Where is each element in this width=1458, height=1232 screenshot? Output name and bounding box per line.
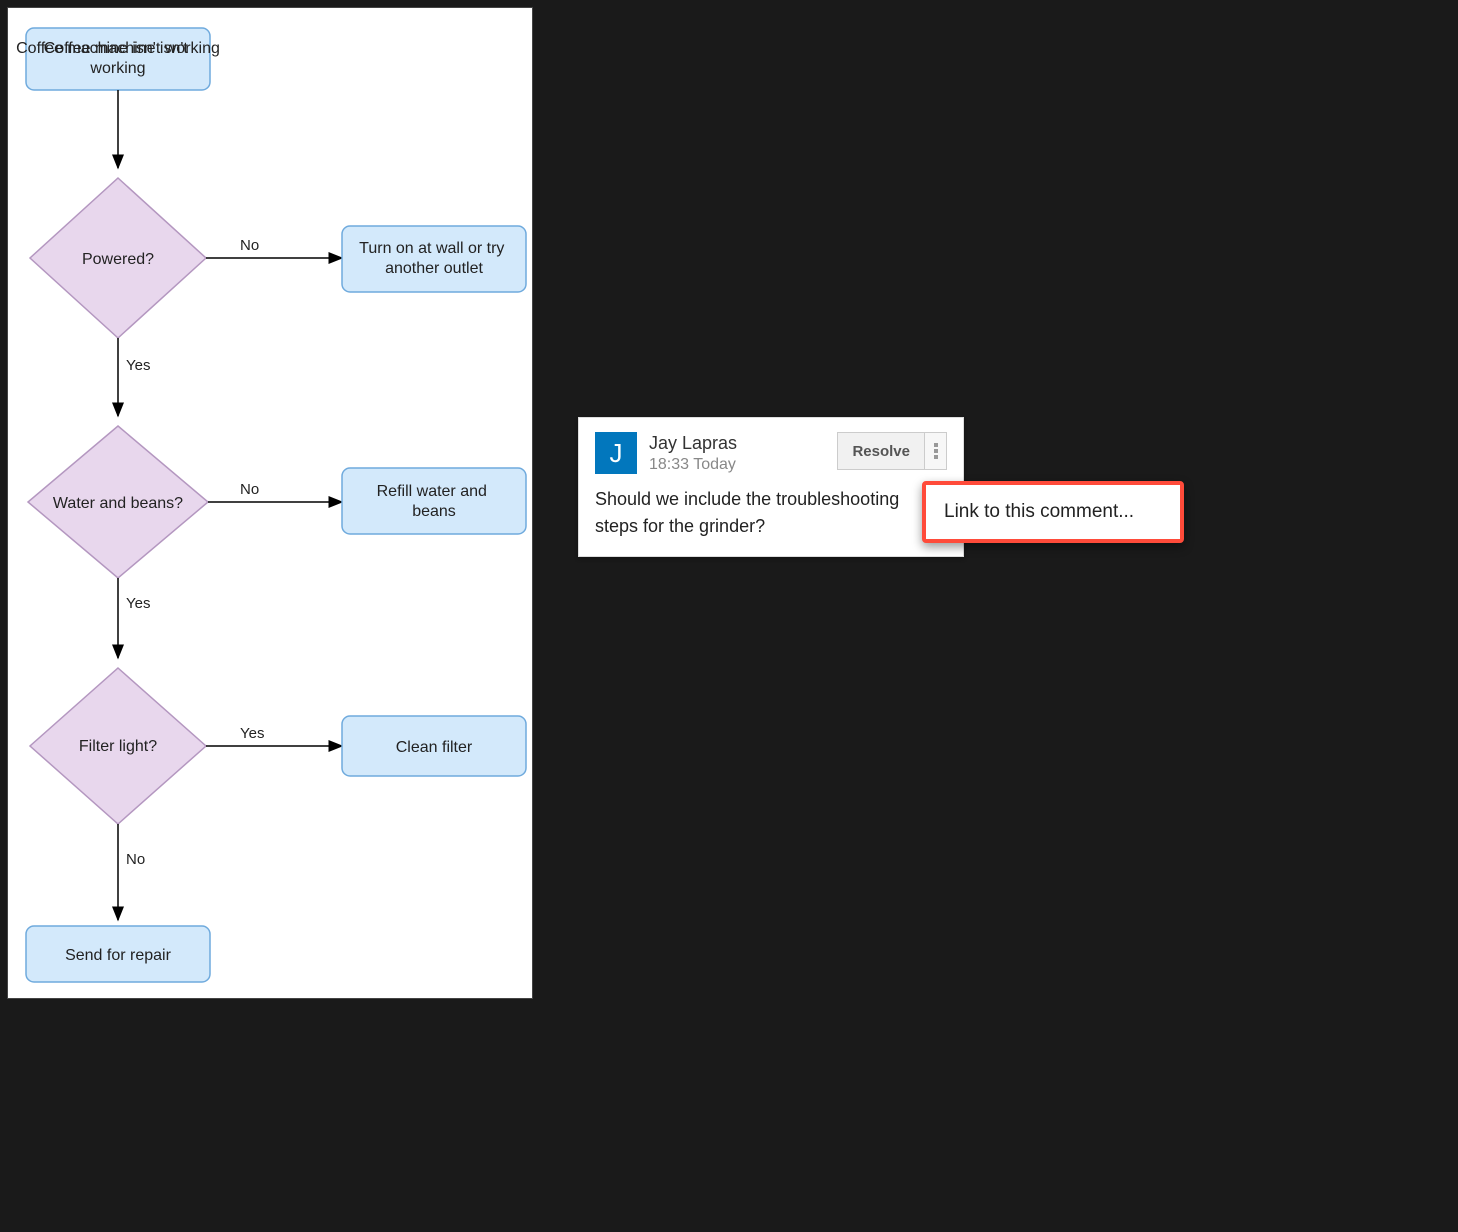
- svg-text:Filter light?: Filter light?: [79, 738, 157, 755]
- svg-text:Send for repair: Send for repair: [65, 947, 172, 964]
- resolve-button[interactable]: Resolve: [837, 432, 925, 470]
- flowchart-edge-label: No: [240, 481, 259, 498]
- flowchart-action-refill[interactable]: Refill water and beans: [342, 468, 526, 534]
- comment-time: 18:33 Today: [649, 455, 837, 476]
- menu-item-link-to-comment[interactable]: Link to this comment...: [926, 485, 1180, 539]
- svg-text:Water and beans?: Water and beans?: [53, 495, 183, 512]
- flowchart-edge-label: Yes: [126, 595, 150, 612]
- flowchart-action-turn-on[interactable]: Turn on at wall or try another outlet: [342, 226, 526, 292]
- comment-author: Jay Lapras: [649, 432, 837, 455]
- flowchart-decision-water-beans[interactable]: Water and beans?: [28, 426, 208, 578]
- comment-body: Should we include the troubleshooting st…: [595, 486, 947, 540]
- flowchart-decision-filter-light[interactable]: Filter light?: [30, 668, 206, 824]
- avatar: J: [595, 432, 637, 474]
- flowchart-edge-label: Yes: [126, 357, 150, 374]
- svg-text:Powered?: Powered?: [82, 251, 154, 268]
- flowchart-edge-label: No: [240, 237, 259, 254]
- kebab-icon: [933, 441, 939, 461]
- comment-menu-button[interactable]: [925, 432, 947, 470]
- flowchart-panel[interactable]: Coffee machine isn't working Coffee mach…: [8, 8, 532, 998]
- comment-header: J Jay Lapras 18:33 Today Resolve: [595, 432, 947, 476]
- comment-card[interactable]: J Jay Lapras 18:33 Today Resolve Should …: [578, 417, 964, 557]
- flowchart-action-repair[interactable]: Send for repair: [26, 926, 210, 982]
- comment-meta: Jay Lapras 18:33 Today: [649, 432, 837, 476]
- flowchart-start-node[interactable]: Coffee machine isn't working Coffee mach…: [16, 28, 220, 90]
- comment-context-menu[interactable]: Link to this comment...: [922, 481, 1184, 543]
- flowchart-edge-label: Yes: [240, 725, 264, 742]
- avatar-initial: J: [610, 438, 623, 469]
- svg-text:Clean filter: Clean filter: [396, 739, 473, 756]
- comment-actions: Resolve: [837, 432, 947, 470]
- flowchart-edge-label: No: [126, 851, 145, 868]
- flowchart-svg: Coffee machine isn't working Coffee mach…: [8, 8, 532, 998]
- flowchart-action-clean[interactable]: Clean filter: [342, 716, 526, 776]
- flowchart-decision-powered[interactable]: Powered?: [30, 178, 206, 338]
